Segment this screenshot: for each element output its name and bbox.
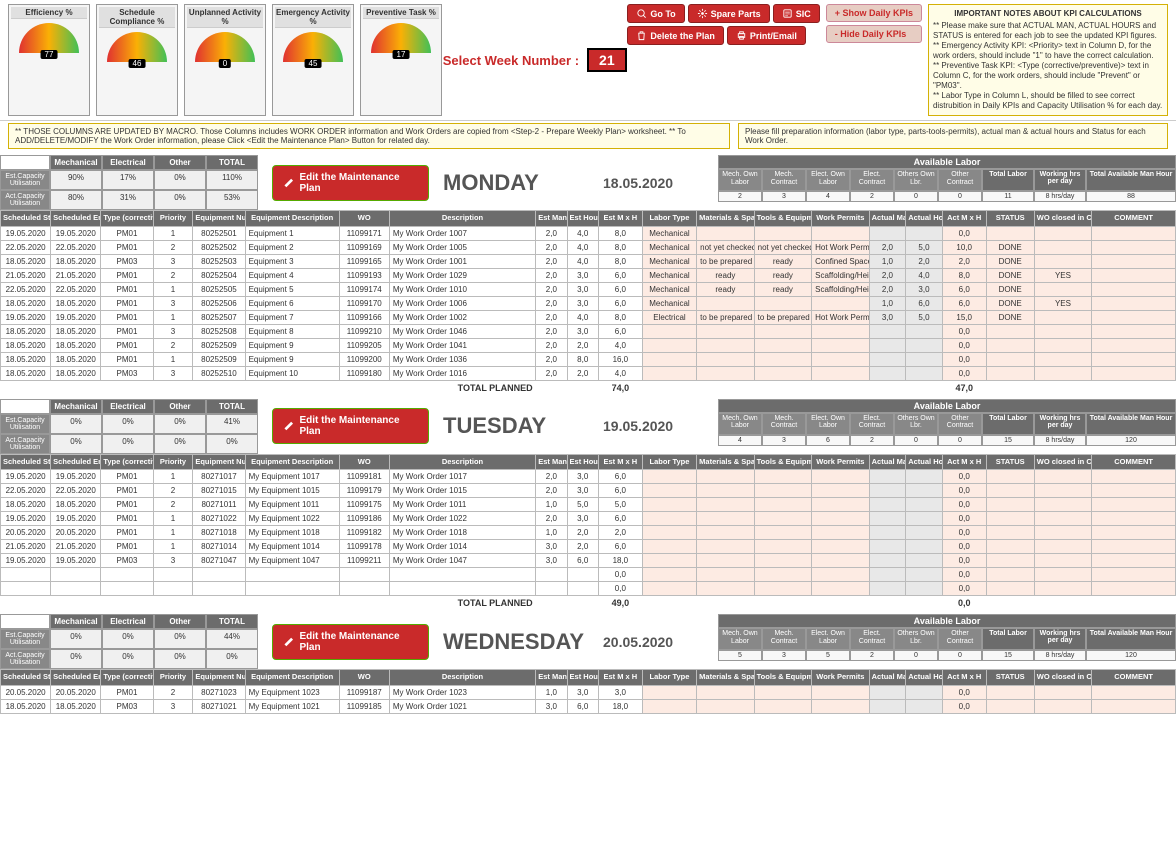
edit-plan-button[interactable]: Edit the Maintenance Plan xyxy=(272,165,429,201)
table-row: 19.05.202019.05.2020PM01180271017 My Equ… xyxy=(1,470,1176,484)
table-row: 18.05.202018.05.2020PM03380252510 Equipm… xyxy=(1,366,1176,380)
day-name: TUESDAY xyxy=(443,399,603,454)
edit-plan-button[interactable]: Edit the Maintenance Plan xyxy=(272,624,429,660)
day-date: 20.05.2020 xyxy=(603,614,718,669)
table-row: 18.05.202018.05.2020PM01380252506 Equipm… xyxy=(1,296,1176,310)
legend-right: Please fill preparation information (lab… xyxy=(738,123,1168,149)
table-row: 20.05.202020.05.2020PM01280271023 My Equ… xyxy=(1,685,1176,699)
day-name: MONDAY xyxy=(443,155,603,210)
day-date: 19.05.2020 xyxy=(603,399,718,454)
print-email-button[interactable]: Print/Email xyxy=(727,26,806,45)
gauge: Efficiency % 77 xyxy=(8,4,90,116)
gauge: Unplanned Activity % 0 xyxy=(184,4,266,116)
table-row: 18.05.202018.05.2020PM03380252503 Equipm… xyxy=(1,254,1176,268)
table-row: 18.05.202018.05.2020PM01280252509 Equipm… xyxy=(1,338,1176,352)
table-row: 18.05.202018.05.2020PM03380271021 My Equ… xyxy=(1,699,1176,713)
gauge: Preventive Task % 17 xyxy=(360,4,442,116)
table-row: 0,0 0,0 xyxy=(1,568,1176,582)
goto-button[interactable]: Go To xyxy=(627,4,684,23)
table-row: 22.05.202022.05.2020PM01180252505 Equipm… xyxy=(1,282,1176,296)
work-order-table: Scheduled Start DateScheduled End DateTy… xyxy=(0,669,1176,714)
table-row: 19.05.202019.05.2020PM01180252507 Equipm… xyxy=(1,310,1176,324)
legend-left: ** THOSE COLUMNS ARE UPDATED BY MACRO. T… xyxy=(8,123,730,149)
spare-parts-button[interactable]: Spare Parts xyxy=(688,4,770,23)
table-row: 19.05.202019.05.2020PM03380271047 My Equ… xyxy=(1,554,1176,568)
table-row: 19.05.202019.05.2020PM01180271022 My Equ… xyxy=(1,512,1176,526)
table-row: 22.05.202022.05.2020PM01280271015 My Equ… xyxy=(1,484,1176,498)
table-row: 19.05.202019.05.2020PM01180252501 Equipm… xyxy=(1,226,1176,240)
gauge: Schedule Compliance % 46 xyxy=(96,4,178,116)
work-order-table: Scheduled Start DateScheduled End DateTy… xyxy=(0,454,1176,611)
work-order-table: Scheduled Start DateScheduled End DateTy… xyxy=(0,210,1176,395)
table-row: 21.05.202021.05.2020PM01280252504 Equipm… xyxy=(1,268,1176,282)
week-number[interactable]: 21 xyxy=(587,48,627,72)
show-kpis-button[interactable]: + Show Daily KPIs xyxy=(826,4,922,22)
week-label: Select Week Number : xyxy=(443,53,579,68)
table-row: 22.05.202022.05.2020PM01280252502 Equipm… xyxy=(1,240,1176,254)
table-row: 18.05.202018.05.2020PM01380252508 Equipm… xyxy=(1,324,1176,338)
hide-kpis-button[interactable]: - Hide Daily KPIs xyxy=(826,25,922,43)
gauge: Emergency Activity % 45 xyxy=(272,4,354,116)
table-row: 21.05.202021.05.2020PM01180271014 My Equ… xyxy=(1,540,1176,554)
table-row: 18.05.202018.05.2020PM01280271011 My Equ… xyxy=(1,498,1176,512)
table-row: 18.05.202018.05.2020PM01180252509 Equipm… xyxy=(1,352,1176,366)
day-name: WEDNESDAY xyxy=(443,614,603,669)
delete-plan-button[interactable]: Delete the Plan xyxy=(627,26,724,45)
kpi-notes: IMPORTANT NOTES ABOUT KPI CALCULATIONS *… xyxy=(928,4,1168,116)
edit-plan-button[interactable]: Edit the Maintenance Plan xyxy=(272,408,429,444)
sic-button[interactable]: SIC xyxy=(773,4,820,23)
day-date: 18.05.2020 xyxy=(603,155,718,210)
table-row: 0,0 0,0 xyxy=(1,582,1176,596)
table-row: 20.05.202020.05.2020PM01180271018 My Equ… xyxy=(1,526,1176,540)
